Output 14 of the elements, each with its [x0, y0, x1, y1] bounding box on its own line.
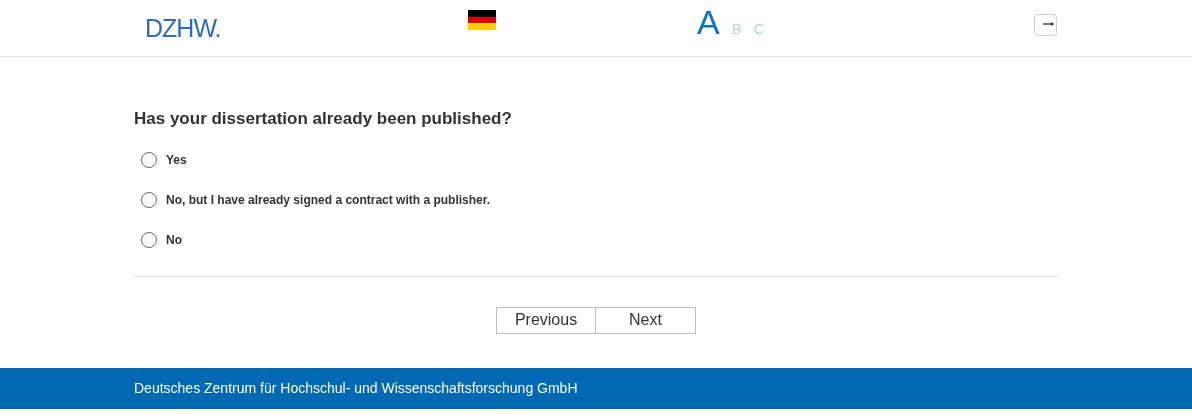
- footer-text: Deutsches Zentrum für Hochschul- und Wissenschaftsforschung GmbH: [134, 379, 578, 398]
- german-flag-icon[interactable]: [468, 10, 496, 30]
- previous-button[interactable]: Previous: [496, 306, 596, 334]
- question-text: Has your dissertation already been published?: [134, 108, 513, 130]
- logout-icon[interactable]: [1034, 14, 1058, 37]
- logo: DZHW.: [145, 13, 221, 44]
- radio-button[interactable]: [141, 191, 157, 208]
- option-label: No: [166, 231, 182, 249]
- font-size-option[interactable]: A: [697, 2, 720, 42]
- radio-button[interactable]: [141, 231, 157, 248]
- next-button[interactable]: Next: [596, 306, 696, 334]
- option-label: Yes: [166, 151, 187, 169]
- option-label: No, but I have already signed a contract with a publisher.: [166, 191, 491, 209]
- radio-button[interactable]: [141, 151, 157, 168]
